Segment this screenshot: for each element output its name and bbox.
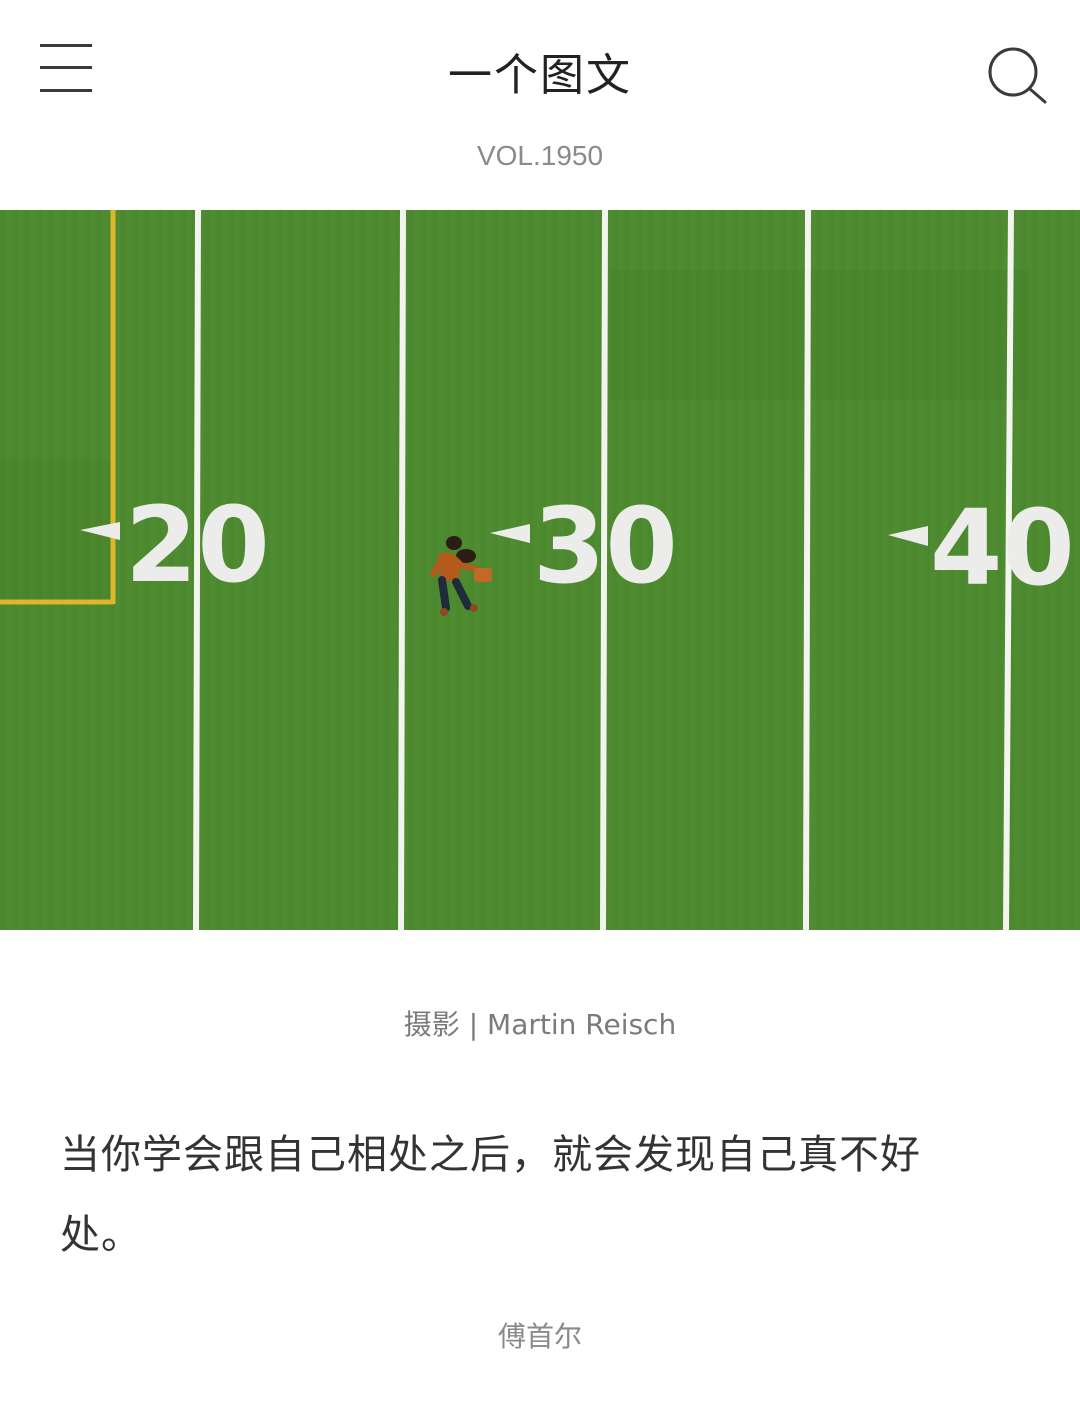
photo-credit: 摄影 | Martin Reisch	[403, 1008, 677, 1041]
search-icon	[988, 47, 1047, 104]
yard-number: 30	[533, 485, 678, 607]
menu-icon-bar	[40, 44, 92, 47]
search-button[interactable]	[985, 44, 1049, 108]
volume-label: VOL.1950	[476, 140, 604, 171]
football-field-image: 20 30 40	[0, 210, 1080, 930]
quote-text: 当你学会跟自己相处之后，就会发现自己真不好处。	[60, 1132, 921, 1258]
yard-line	[803, 210, 811, 930]
quote-author: 傅首尔	[497, 1320, 582, 1353]
menu-icon-bar	[40, 89, 92, 92]
menu-button[interactable]	[38, 42, 94, 96]
yard-number: 20	[125, 484, 270, 606]
yard-number: 40	[930, 487, 1075, 609]
cover-photo[interactable]: 20 30 40	[0, 210, 1080, 930]
yard-line	[398, 210, 406, 930]
page-title: 一个图文	[448, 50, 632, 101]
app-header: 一个图文	[0, 0, 1080, 140]
menu-icon-bar	[40, 66, 92, 69]
